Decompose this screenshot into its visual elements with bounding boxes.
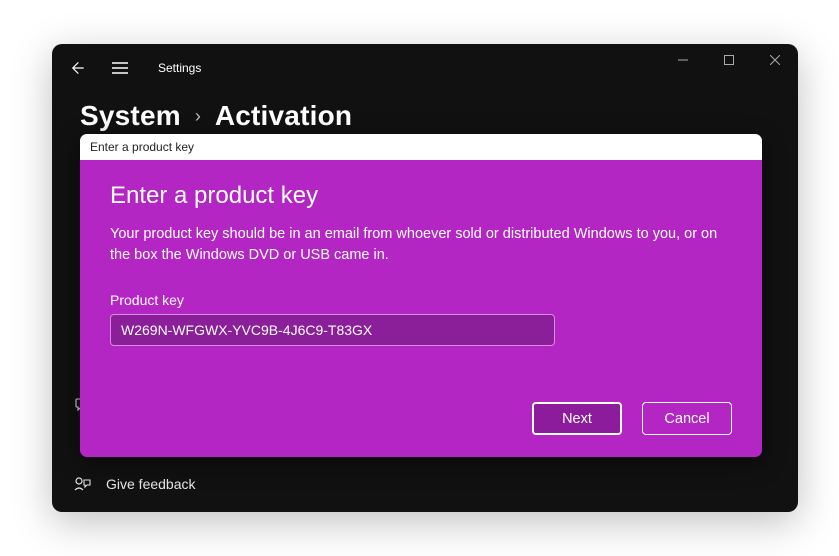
dialog-buttons: Next Cancel	[110, 402, 732, 435]
product-key-input[interactable]	[110, 314, 555, 346]
nav-menu-button[interactable]	[108, 56, 132, 80]
dialog-titlebar: Enter a product key	[80, 134, 762, 160]
feedback-icon	[74, 476, 92, 492]
chevron-right-icon: ›	[195, 106, 201, 127]
product-key-label: Product key	[110, 292, 732, 308]
breadcrumb-page: Activation	[215, 100, 352, 132]
maximize-button[interactable]	[706, 44, 752, 76]
dialog-body: Enter a product key Your product key sho…	[80, 160, 762, 457]
next-button[interactable]: Next	[532, 402, 622, 435]
minimize-icon	[678, 55, 688, 65]
close-icon	[770, 55, 780, 65]
breadcrumb-root[interactable]: System	[80, 100, 181, 132]
arrow-left-icon	[71, 61, 85, 75]
window-title: Settings	[158, 61, 201, 75]
product-key-dialog: Enter a product key Enter a product key …	[80, 134, 762, 457]
dialog-description: Your product key should be in an email f…	[110, 224, 720, 266]
cancel-button[interactable]: Cancel	[642, 402, 732, 435]
close-button[interactable]	[752, 44, 798, 76]
titlebar-left: Settings	[66, 56, 201, 80]
back-button[interactable]	[66, 56, 90, 80]
hamburger-icon	[112, 62, 128, 74]
window-controls	[660, 44, 798, 76]
titlebar: Settings	[52, 44, 798, 92]
maximize-icon	[724, 55, 734, 65]
dialog-heading: Enter a product key	[110, 182, 732, 210]
minimize-button[interactable]	[660, 44, 706, 76]
give-feedback-label: Give feedback	[106, 476, 196, 492]
give-feedback-button[interactable]: Give feedback	[74, 476, 196, 492]
